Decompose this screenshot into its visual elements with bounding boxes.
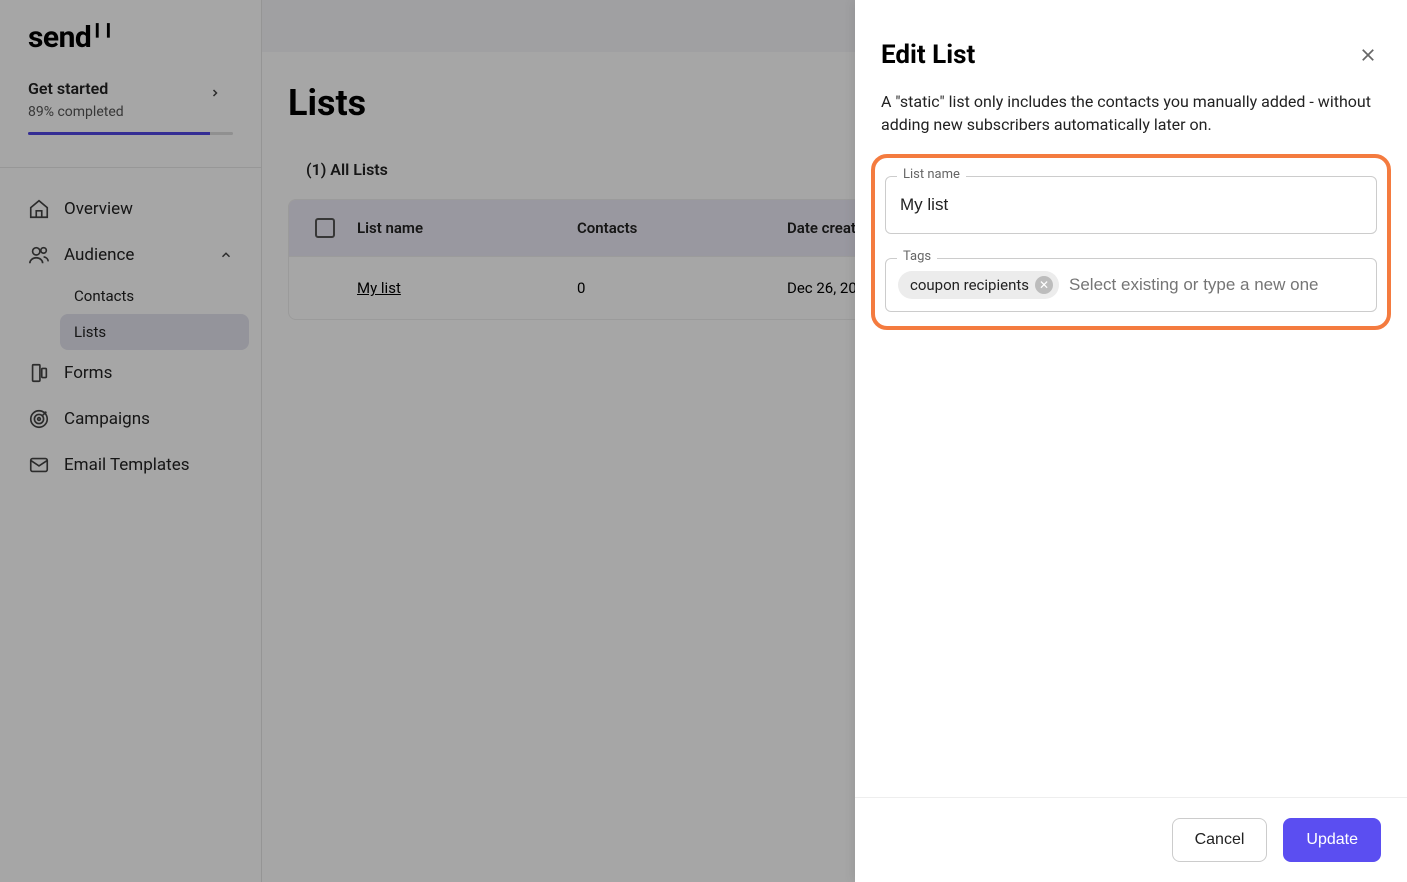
panel-description: A "static" list only includes the contac… [881, 90, 1381, 136]
cancel-button[interactable]: Cancel [1172, 818, 1268, 862]
tags-field: Tags coupon recipients ✕ [885, 258, 1377, 312]
panel-footer: Cancel Update [855, 797, 1407, 882]
tags-label: Tags [897, 249, 937, 264]
tags-text-input[interactable] [1069, 275, 1364, 295]
close-icon [1359, 46, 1377, 64]
tag-chip-label: coupon recipients [910, 276, 1029, 294]
form-highlight: List name Tags coupon recipients ✕ [871, 154, 1391, 330]
edit-list-panel: Edit List A "static" list only includes … [855, 0, 1407, 882]
list-name-input[interactable] [885, 176, 1377, 234]
list-name-label: List name [897, 167, 966, 182]
tags-input[interactable]: coupon recipients ✕ [885, 258, 1377, 312]
panel-title: Edit List [881, 40, 975, 70]
modal-overlay[interactable] [0, 0, 855, 882]
tag-chip: coupon recipients ✕ [898, 271, 1059, 299]
update-button[interactable]: Update [1283, 818, 1381, 862]
tag-remove-button[interactable]: ✕ [1035, 276, 1053, 294]
close-button[interactable] [1355, 42, 1381, 68]
x-icon: ✕ [1039, 278, 1049, 292]
list-name-field: List name [885, 176, 1377, 234]
